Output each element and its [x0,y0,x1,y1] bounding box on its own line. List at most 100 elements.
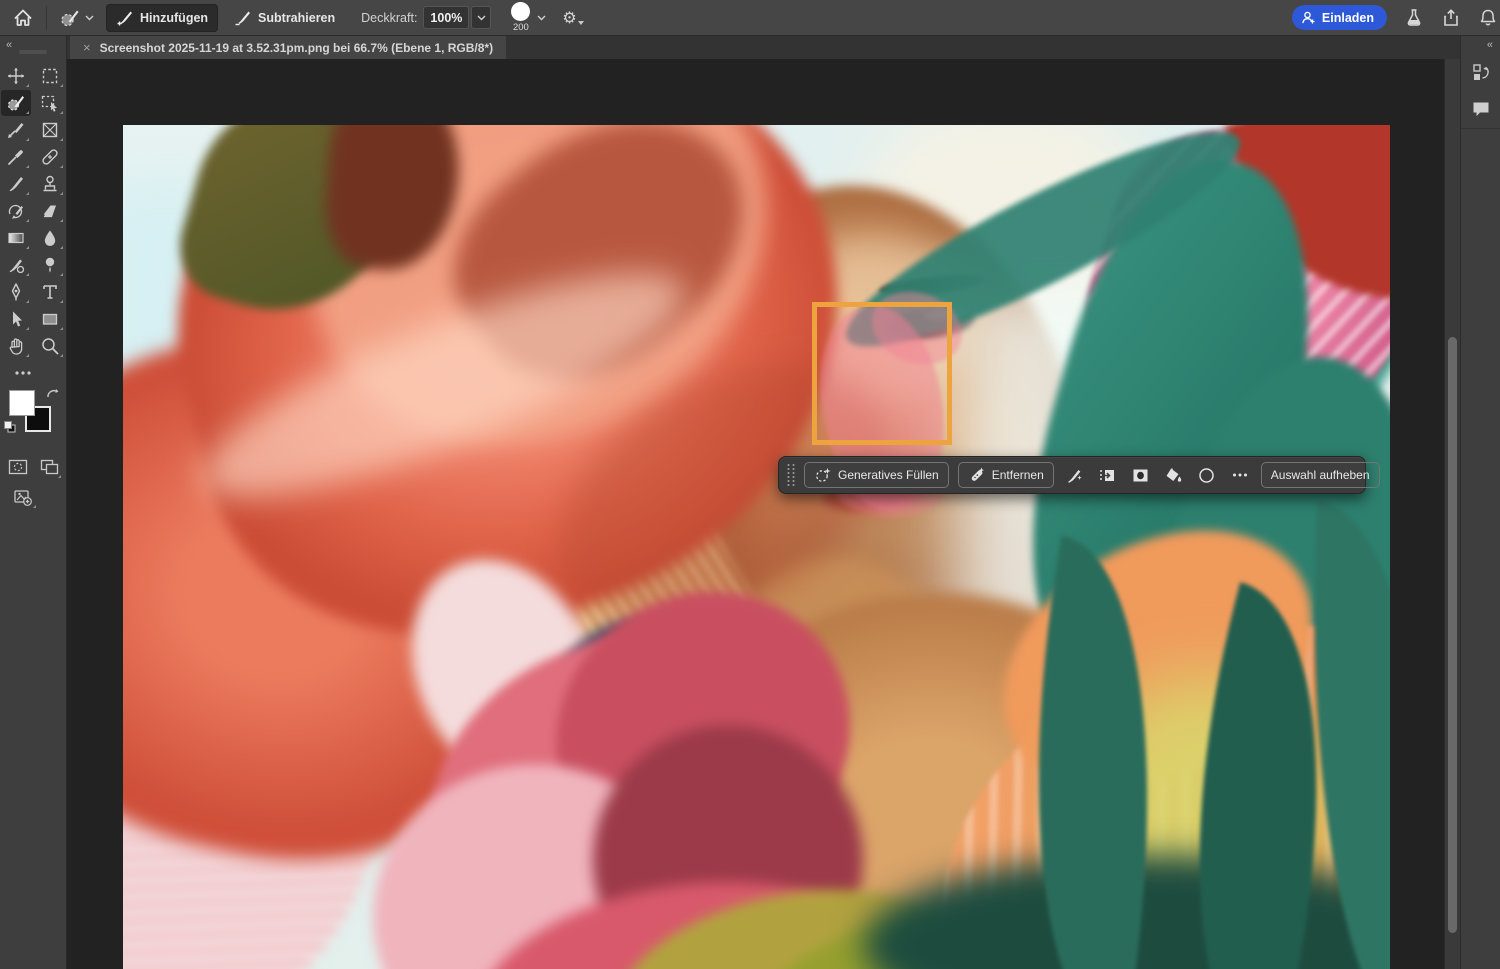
deselect-button[interactable]: Auswahl aufheben [1260,462,1380,488]
quick-selection-tool[interactable] [1,117,31,143]
move-tool[interactable] [1,63,31,89]
invert-selection-button[interactable] [1096,462,1120,488]
tab-title: Screenshot 2025-11-19 at 3.52.31pm.png b… [99,40,494,55]
blur-drop-icon [44,230,56,246]
ellipsis-icon [15,370,31,375]
brush-tool[interactable] [1,171,31,197]
zoom-tool[interactable] [35,333,65,359]
swap-colors-icon [47,389,59,398]
swap-colors-button[interactable] [46,388,60,402]
marquee-icon [42,68,58,83]
generative-fill-label: Generatives Füllen [838,468,939,482]
type-tool[interactable] [35,279,65,305]
comments-panel-button[interactable] [1467,96,1495,122]
notifications-button[interactable] [1478,8,1498,28]
topbar-right-cluster: Einladen [1291,5,1496,30]
shape-tool[interactable] [35,306,65,332]
document-tab[interactable]: × Screenshot 2025-11-19 at 3.52.31pm.png… [70,36,507,59]
taskbar-drag-handle[interactable] [785,462,795,488]
selection-add-label: Hinzufügen [140,10,209,25]
gradient-icon [8,232,24,243]
eraser-tool[interactable] [35,198,65,224]
beta-features-button[interactable] [1404,8,1424,28]
remove-label: Entfernen [991,468,1044,482]
opacity-value: 100% [430,10,463,25]
selection-add-button[interactable]: Hinzufügen [106,3,219,32]
selection-subtract-button[interactable]: Subtrahieren [224,4,345,32]
selection-brush-icon [7,95,24,111]
options-bar: Hinzufügen Subtrahieren Deckkraft: 100% … [0,0,1500,36]
canvas[interactable]: Generatives Füllen Entfernen Auswahl auf… [67,59,1444,969]
opacity-value-field[interactable]: 100% [423,6,470,29]
tool-settings-button[interactable]: ⚙ [562,9,584,26]
fill-selection-button[interactable] [1162,462,1186,488]
opacity-dropdown-button[interactable] [471,6,492,29]
create-mask-button[interactable] [1129,462,1153,488]
share-icon [1444,8,1458,26]
opacity-label: Deckkraft: [361,10,418,25]
selection-brush-tool[interactable] [1,89,31,116]
selection-marquee [812,302,952,445]
document-image[interactable]: Generatives Füllen Entfernen Auswahl auf… [123,125,1390,969]
history-brush-icon [8,204,23,219]
photoshop-app: { "topbar": { "add_label": "Hinzufügen",… [0,0,1500,969]
healing-brush-tool[interactable] [35,144,65,170]
frame-icon [42,122,58,137]
active-tool-preset[interactable] [47,0,106,35]
marquee-tool[interactable] [35,63,65,89]
brush-size-value: 200 [512,22,529,33]
clone-stamp-tool[interactable] [35,171,65,197]
bell-icon [1480,9,1496,25]
invite-button[interactable]: Einladen [1291,5,1387,30]
magnifier-icon [42,337,59,354]
generative-fill-button[interactable]: Generatives Füllen [804,462,949,488]
refine-selection-brush-button[interactable] [1063,462,1087,488]
eyedropper-icon [8,149,23,165]
brush-add-icon [117,11,132,25]
default-colors-button[interactable] [3,420,17,434]
import-image-icon [14,490,32,506]
eyedropper-tool[interactable] [1,144,31,170]
version-history-panel-button[interactable] [1467,60,1495,86]
blur-tool[interactable] [35,225,65,251]
foreground-color-swatch[interactable] [9,390,35,416]
share-button[interactable] [1441,8,1461,28]
contextual-taskbar: Generatives Füllen Entfernen Auswahl auf… [778,456,1380,494]
brush-size-control[interactable]: 200 [511,2,531,33]
scrollbar-thumb[interactable] [1448,337,1457,933]
tools-collapse-button[interactable]: « [6,39,12,51]
clone-stamp-icon [43,175,57,191]
selection-subtract-label: Subtrahieren [258,10,336,25]
screen-mode-button[interactable] [37,454,63,480]
home-button[interactable] [0,0,46,35]
quick-selection-icon [8,122,24,138]
quick-mask-icon [8,459,27,475]
gradient-tool[interactable] [1,225,31,251]
tool-grid [0,62,66,386]
invite-label: Einladen [1321,10,1374,25]
pen-tool[interactable] [1,279,31,305]
frame-tool[interactable] [35,117,65,143]
path-selection-tool[interactable] [1,306,31,332]
object-selection-tool[interactable] [35,90,65,116]
import-image-button[interactable] [8,484,38,510]
tab-close-button[interactable]: × [83,41,91,54]
remove-button[interactable]: Entfernen [957,462,1054,488]
create-adjustment-button[interactable] [1195,462,1219,488]
tab-strip: × Screenshot 2025-11-19 at 3.52.31pm.png… [67,36,1460,59]
chevron-down-icon[interactable] [537,15,546,21]
rectangle-shape-icon [42,313,58,325]
dodge-tool[interactable] [35,252,65,278]
invert-selection-icon [1100,469,1115,481]
generative-fill-icon [816,468,831,482]
quick-mask-button[interactable] [5,454,31,480]
hand-tool[interactable] [1,333,31,359]
dock-expand-button[interactable]: « [1487,39,1493,51]
taskbar-more-button[interactable] [1228,462,1252,488]
ellipsis-icon [1232,473,1247,477]
dock-icons [1461,60,1500,122]
smudge-tool[interactable] [1,252,31,278]
more-tools-button[interactable] [8,360,38,386]
tools-panel-grip[interactable] [19,50,47,54]
history-brush-tool[interactable] [1,198,31,224]
